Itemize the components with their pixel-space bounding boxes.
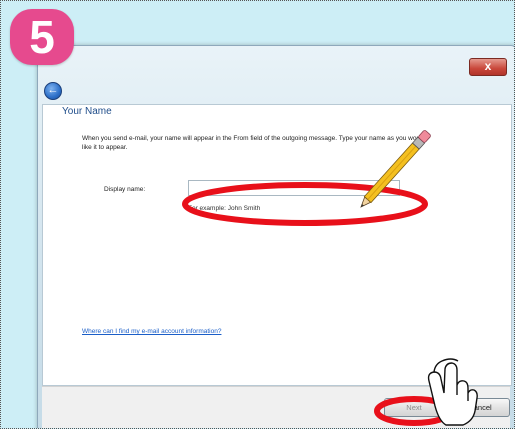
cancel-button[interactable]: Cancel — [450, 398, 510, 417]
display-name-input[interactable] — [188, 180, 400, 196]
page-title: Your Name — [62, 106, 112, 117]
close-icon: x — [484, 59, 492, 73]
setup-wizard-window: x ← Your Name When you send e-mail, your… — [37, 45, 514, 428]
back-arrow-icon: ← — [47, 84, 59, 96]
display-name-example: For example: John Smith — [188, 205, 261, 212]
next-button[interactable]: Next — [384, 398, 444, 417]
illustration-frame: 5 x ← Your Name When you send e-mail, yo… — [0, 0, 515, 429]
account-info-help-link[interactable]: Where can I find my e-mail account infor… — [82, 328, 221, 335]
step-number: 5 — [29, 11, 55, 63]
step-number-badge: 5 — [10, 9, 74, 65]
display-name-label: Display name: — [104, 186, 146, 193]
back-button[interactable]: ← — [44, 82, 62, 100]
instructions-text: When you send e-mail, your name will app… — [82, 135, 426, 151]
close-button[interactable]: x — [469, 58, 507, 76]
